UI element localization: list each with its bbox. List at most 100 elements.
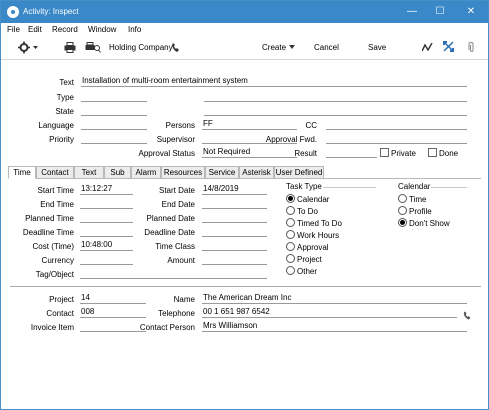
menu-info[interactable]: Info (128, 25, 141, 34)
start-date-field[interactable]: 14/8/2019 (202, 184, 267, 195)
result-field[interactable] (326, 147, 377, 158)
menu-record[interactable]: Record (52, 25, 78, 34)
create-dropdown-icon[interactable] (289, 45, 295, 50)
trend-icon[interactable] (422, 43, 433, 52)
amount-field[interactable] (202, 254, 267, 265)
time-class-label: Time Class (155, 242, 195, 251)
maximize-button[interactable]: ☐ (426, 3, 454, 21)
project-label: Project (49, 295, 74, 304)
language-field[interactable] (81, 119, 147, 130)
radio-approval[interactable] (286, 242, 295, 251)
state-label: State (55, 107, 74, 116)
contact-label: Contact (46, 309, 74, 318)
window-title: Activity: Inspect (23, 7, 79, 16)
close-button[interactable]: ✕ (457, 3, 485, 21)
planned-time-field[interactable] (80, 212, 133, 223)
gear-icon[interactable] (18, 41, 40, 54)
menu-file[interactable]: File (7, 25, 20, 34)
end-date-field[interactable] (202, 198, 267, 209)
contact-person-label: Contact Person (139, 323, 195, 332)
name-field[interactable]: The American Dream Inc (202, 293, 467, 304)
type-label: Type (56, 93, 74, 102)
attachment-icon[interactable] (467, 41, 475, 53)
telephone-call-icon[interactable] (463, 311, 471, 320)
private-checkbox[interactable] (380, 148, 389, 157)
calendar-separator (431, 187, 467, 188)
approval-status-field[interactable]: Not Required (202, 147, 297, 158)
menu-window[interactable]: Window (88, 25, 116, 34)
cost-time-field[interactable]: 10:48:00 (80, 240, 133, 251)
radio-work-hours[interactable] (286, 230, 295, 239)
menu-bar: File Edit Record Window Info (1, 23, 488, 36)
expand-icon[interactable] (443, 41, 454, 52)
contact-person-field[interactable]: Mrs Williamson (202, 321, 467, 332)
state-description-field (204, 105, 467, 116)
planned-date-field[interactable] (202, 212, 267, 223)
radio-to-do[interactable] (286, 206, 295, 215)
tab-asterisk[interactable]: Asterisk (239, 166, 274, 179)
tab-service[interactable]: Service (205, 166, 239, 179)
state-field[interactable] (81, 105, 147, 116)
tag-object-field[interactable] (80, 268, 267, 279)
done-checkbox[interactable] (428, 148, 437, 157)
radio-project[interactable] (286, 254, 295, 263)
name-label: Name (173, 295, 195, 304)
tab-alarm[interactable]: Alarm (131, 166, 161, 179)
persons-label: Persons (165, 121, 195, 130)
approval-fwd-field[interactable] (326, 133, 467, 144)
radio-timed-to-do-label: Timed To Do (297, 219, 342, 228)
footer-separator (10, 286, 481, 287)
save-button[interactable]: Save (368, 43, 386, 52)
text-field[interactable]: Installation of multi-room entertainment… (81, 76, 467, 87)
invoice-item-field[interactable] (80, 321, 146, 332)
create-button[interactable]: Create (262, 43, 286, 52)
radio-calendar-label: Calendar (297, 195, 330, 204)
type-field[interactable] (81, 91, 147, 102)
private-label: Private (391, 149, 416, 158)
tab-resources[interactable]: Resources (161, 166, 205, 179)
project-field[interactable]: 14 (80, 293, 146, 304)
cancel-button[interactable]: Cancel (314, 43, 339, 52)
cc-field[interactable] (326, 119, 467, 130)
amount-label: Amount (167, 256, 195, 265)
radio-project-label: Project (297, 255, 322, 264)
tab-user-defined[interactable]: User Defined (274, 166, 324, 179)
radio-other[interactable] (286, 266, 295, 275)
language-label: Language (38, 121, 74, 130)
tab-text[interactable]: Text (74, 166, 104, 179)
radio-cal-time[interactable] (398, 194, 407, 203)
radio-cal-dont-show[interactable] (398, 218, 407, 227)
radio-cal-profile[interactable] (398, 206, 407, 215)
priority-field[interactable] (81, 133, 147, 144)
deadline-date-field[interactable] (202, 226, 267, 237)
task-type-label: Task Type (286, 182, 322, 191)
calendar-label: Calendar (398, 182, 431, 191)
radio-approval-label: Approval (297, 243, 329, 252)
contact-field[interactable]: 008 (80, 307, 146, 318)
deadline-time-field[interactable] (80, 226, 133, 237)
time-class-field[interactable] (202, 240, 267, 251)
print-preview-icon[interactable] (85, 42, 101, 53)
tab-time[interactable]: Time (8, 166, 36, 179)
radio-calendar[interactable] (286, 194, 295, 203)
telephone-field[interactable]: 00 1 651 987 6542 (202, 307, 457, 318)
text-label: Text (59, 78, 74, 87)
printer-icon[interactable] (64, 42, 76, 53)
start-time-field[interactable]: 13:12:27 (80, 184, 133, 195)
phone-icon[interactable] (171, 42, 180, 53)
minimize-button[interactable]: — (398, 3, 426, 21)
radio-timed-to-do[interactable] (286, 218, 295, 227)
currency-field[interactable] (80, 254, 133, 265)
invoice-item-label: Invoice Item (30, 323, 74, 332)
persons-field[interactable]: FF (202, 119, 297, 130)
planned-date-label: Planned Date (146, 214, 195, 223)
tab-sub[interactable]: Sub (104, 166, 131, 179)
menu-edit[interactable]: Edit (28, 25, 42, 34)
radio-cal-time-label: Time (409, 195, 427, 204)
planned-time-label: Planned Time (25, 214, 74, 223)
priority-label: Priority (49, 135, 74, 144)
end-time-field[interactable] (80, 198, 133, 209)
currency-label: Currency (41, 256, 74, 265)
tab-contact[interactable]: Contact (36, 166, 74, 179)
supervisor-label: Supervisor (156, 135, 195, 144)
